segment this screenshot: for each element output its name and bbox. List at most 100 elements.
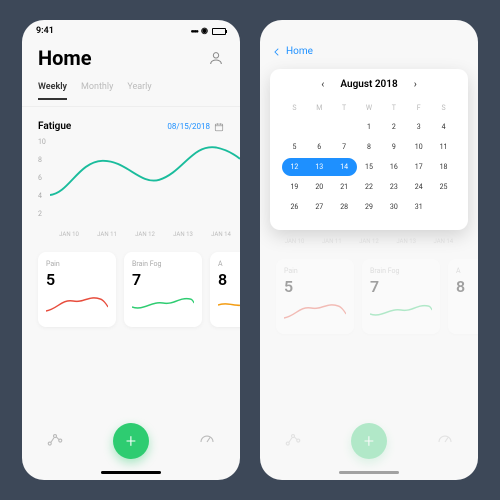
bottom-nav: + <box>260 413 478 467</box>
nav-activity-icon[interactable] <box>284 430 302 452</box>
card-value: 8 <box>456 277 478 296</box>
calendar-day[interactable]: 30 <box>381 198 406 216</box>
calendar-day[interactable]: 9 <box>381 138 406 156</box>
calendar-day[interactable]: 17 <box>406 158 431 176</box>
metric-cards: Pain 5 Brain Fog 7 A 8 <box>260 245 478 348</box>
x-tick: JAN 14 <box>434 238 454 245</box>
x-tick: JAN 10 <box>285 238 305 245</box>
calendar-screen: 9:41 Home ‹ August 2018 › SMTWTFS...1234… <box>260 20 478 480</box>
nav-speed-icon[interactable] <box>436 430 454 452</box>
y-tick: 2 <box>38 210 46 218</box>
calendar-day[interactable]: 3 <box>406 118 431 136</box>
calendar-day[interactable]: 25 <box>431 178 456 196</box>
y-tick: 8 <box>38 156 46 164</box>
x-tick: JAN 10 <box>59 231 79 238</box>
card-label: Pain <box>46 260 108 268</box>
signal-icon <box>191 26 198 36</box>
calendar-day[interactable]: 8 <box>357 138 382 156</box>
calendar-day[interactable]: 16 <box>381 158 406 176</box>
status-time: 9:41 <box>36 26 54 36</box>
background-content: JAN 10 JAN 11 JAN 12 JAN 13 JAN 14 Pain … <box>260 234 478 480</box>
x-axis: JAN 10 JAN 11 JAN 12 JAN 13 JAN 14 <box>260 234 478 245</box>
x-tick: JAN 11 <box>322 238 342 245</box>
card-value: 7 <box>132 270 194 289</box>
tab-monthly[interactable]: Monthly <box>81 82 113 100</box>
add-button[interactable]: + <box>351 423 387 459</box>
card-pain[interactable]: Pain 5 <box>276 259 354 334</box>
calendar-day[interactable]: 18 <box>431 158 456 176</box>
calendar-day[interactable]: 5 <box>282 138 307 156</box>
x-tick: JAN 13 <box>173 231 193 238</box>
card-sparkline <box>370 300 432 322</box>
calendar-day[interactable]: 23 <box>381 178 406 196</box>
calendar-dow: F <box>406 100 431 116</box>
y-tick: 10 <box>38 138 46 146</box>
x-tick: JAN 12 <box>359 238 379 245</box>
card-partial[interactable]: A 8 <box>448 259 478 334</box>
selected-date: 08/15/2018 <box>167 122 210 131</box>
home-indicator <box>339 471 399 474</box>
date-picker[interactable]: 08/15/2018 <box>167 122 224 132</box>
card-label: A <box>218 260 240 268</box>
chart-line <box>50 138 240 214</box>
tab-weekly[interactable]: Weekly <box>38 82 67 100</box>
chart-title: Fatigue <box>38 121 71 132</box>
calendar-day[interactable]: 13 <box>307 158 332 176</box>
calendar-day[interactable]: 10 <box>406 138 431 156</box>
tab-yearly[interactable]: Yearly <box>127 82 151 100</box>
time-range-tabs: Weekly Monthly Yearly <box>22 74 240 107</box>
back-label: Home <box>286 46 313 57</box>
calendar-day[interactable]: 7 <box>332 138 357 156</box>
prev-month-button[interactable]: ‹ <box>321 79 324 90</box>
battery-icon <box>212 28 226 35</box>
calendar-day[interactable]: 27 <box>307 198 332 216</box>
card-brain-fog[interactable]: Brain Fog 7 <box>362 259 440 334</box>
calendar-day[interactable]: 29 <box>357 198 382 216</box>
profile-icon[interactable] <box>208 50 224 66</box>
calendar-day[interactable]: 26 <box>282 198 307 216</box>
calendar-day[interactable]: 31 <box>406 198 431 216</box>
calendar-day[interactable]: 14 <box>332 158 357 176</box>
status-indicators <box>191 26 226 36</box>
calendar-day[interactable]: 28 <box>332 198 357 216</box>
card-label: Pain <box>284 267 346 275</box>
y-tick: 6 <box>38 174 46 182</box>
calendar-day[interactable]: 12 <box>282 158 307 176</box>
card-value: 5 <box>46 270 108 289</box>
calendar-day[interactable]: 1 <box>357 118 382 136</box>
calendar-day[interactable]: 2 <box>381 118 406 136</box>
next-month-button[interactable]: › <box>414 79 417 90</box>
calendar-day[interactable]: 11 <box>431 138 456 156</box>
calendar-day[interactable]: 6 <box>307 138 332 156</box>
calendar-day[interactable]: 20 <box>307 178 332 196</box>
calendar-day[interactable]: 15 <box>357 158 382 176</box>
calendar-day[interactable]: 4 <box>431 118 456 136</box>
calendar-day[interactable]: 21 <box>332 178 357 196</box>
y-axis: 10 8 6 4 2 <box>38 138 46 218</box>
x-tick: JAN 12 <box>135 231 155 238</box>
home-screen: 9:41 Home Weekly Monthly Yearly Fatigue … <box>22 20 240 480</box>
calendar-dow: M <box>307 100 332 116</box>
x-axis: JAN 10 JAN 11 JAN 12 JAN 13 JAN 14 <box>50 231 240 238</box>
card-label: A <box>456 267 478 275</box>
calendar-dow: W <box>357 100 382 116</box>
card-brain-fog[interactable]: Brain Fog 7 <box>124 252 202 327</box>
calendar-grid: SMTWTFS...123456789101112131415161718192… <box>282 100 456 216</box>
back-button[interactable]: Home <box>260 38 478 65</box>
bottom-nav: + <box>22 413 240 467</box>
fatigue-chart: 10 8 6 4 2 JAN 10 JAN 11 JAN 12 JAN 13 J… <box>22 138 240 238</box>
wifi-icon <box>201 26 208 36</box>
calendar-day[interactable]: 24 <box>406 178 431 196</box>
calendar-day[interactable]: 22 <box>357 178 382 196</box>
add-button[interactable]: + <box>113 423 149 459</box>
metric-cards: Pain 5 Brain Fog 7 A 8 <box>22 238 240 341</box>
nav-activity-icon[interactable] <box>46 430 64 452</box>
nav-speed-icon[interactable] <box>198 430 216 452</box>
calendar-dow: T <box>381 100 406 116</box>
page-title: Home <box>38 46 92 70</box>
card-partial[interactable]: A 8 <box>210 252 240 327</box>
card-value: 5 <box>284 277 346 296</box>
calendar-day[interactable]: 19 <box>282 178 307 196</box>
card-pain[interactable]: Pain 5 <box>38 252 116 327</box>
card-sparkline <box>284 300 346 322</box>
